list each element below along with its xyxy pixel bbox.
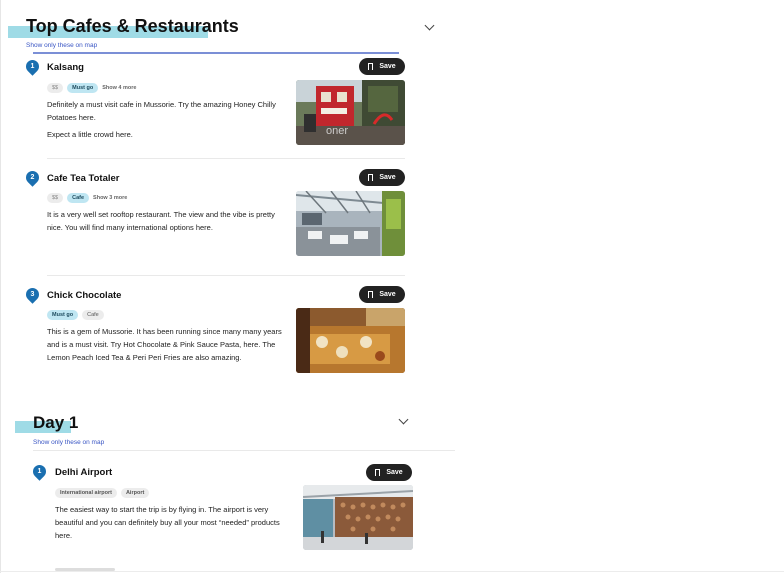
bookmark-icon	[368, 174, 374, 183]
save-label: Save	[379, 291, 396, 298]
description-paragraph: The easiest way to start the trip is by …	[55, 505, 280, 540]
description-paragraph: Definitely a must visit cafe in Mussorie…	[47, 100, 276, 122]
section-divider	[33, 52, 399, 54]
tag-row: Must go Cafe	[47, 310, 104, 320]
tag-row: $$ Cafe Show 3 more	[47, 193, 127, 203]
place-description: It is a very well set rooftop restaurant…	[47, 208, 283, 238]
tag: Airport	[120, 488, 150, 498]
place-name[interactable]: Cafe Tea Totaler	[47, 173, 120, 184]
price-tag: $$	[47, 193, 64, 203]
chevron-down-icon[interactable]	[424, 20, 435, 31]
place-name[interactable]: Kalsang	[47, 62, 84, 73]
place-name[interactable]: Delhi Airport	[55, 467, 112, 478]
chevron-down-icon[interactable]	[398, 414, 409, 425]
place-name[interactable]: Chick Chocolate	[47, 290, 121, 301]
place-photo[interactable]	[296, 308, 405, 373]
tag-row: International airport Airport	[55, 488, 150, 498]
place-description: This is a gem of Mussorie. It has been r…	[47, 325, 283, 368]
save-button[interactable]: Save	[359, 58, 405, 75]
bookmark-icon	[375, 469, 381, 478]
photo-delhi-airport	[303, 485, 413, 550]
pin-number: 1	[30, 63, 35, 70]
save-button[interactable]: Save	[366, 464, 412, 481]
save-button[interactable]: Save	[359, 169, 405, 186]
tag: International airport	[55, 488, 117, 498]
bookmark-icon	[368, 291, 374, 300]
tag: Cafe	[82, 310, 104, 320]
photo-chick-chocolate	[296, 308, 405, 373]
show-more-link[interactable]: Show 4 more	[102, 85, 136, 91]
save-label: Save	[379, 174, 396, 181]
place-description: The easiest way to start the trip is by …	[55, 503, 291, 546]
page-border	[0, 0, 1, 573]
save-label: Save	[386, 469, 403, 476]
card-divider	[47, 275, 405, 276]
place-photo[interactable]	[296, 191, 405, 256]
place-photo[interactable]	[303, 485, 413, 550]
place-description: Definitely a must visit cafe in Mussorie…	[47, 98, 283, 145]
photo-kalsang: oner	[296, 80, 405, 145]
price-tag: $$	[47, 83, 64, 93]
next-item-fade	[55, 568, 115, 571]
bookmark-icon	[368, 63, 374, 72]
save-label: Save	[379, 63, 396, 70]
pin-number: 1	[37, 468, 42, 475]
tag: Cafe	[67, 193, 90, 203]
show-on-map-link[interactable]: Show only these on map	[33, 439, 104, 446]
tag: Must go	[47, 310, 79, 320]
section-title: Top Cafes & Restaurants	[26, 16, 239, 36]
tag: Must go	[67, 83, 99, 93]
description-paragraph: This is a gem of Mussorie. It has been r…	[47, 327, 282, 362]
pin-number: 2	[30, 174, 35, 181]
show-on-map-link[interactable]: Show only these on map	[26, 42, 97, 49]
save-button[interactable]: Save	[359, 286, 405, 303]
show-more-link[interactable]: Show 3 more	[93, 195, 127, 201]
place-photo[interactable]: oner	[296, 80, 405, 145]
section-divider	[33, 450, 455, 451]
photo-tea-totaler	[296, 191, 405, 256]
tag-row: $$ Must go Show 4 more	[47, 83, 136, 93]
section-title: Day 1	[33, 413, 79, 432]
pin-number: 3	[30, 291, 35, 298]
description-paragraph: Expect a little crowd here.	[47, 130, 133, 139]
photo-caption: oner	[326, 125, 348, 137]
page-border-bottom	[0, 571, 784, 572]
card-divider	[47, 158, 405, 159]
description-paragraph: It is a very well set rooftop restaurant…	[47, 210, 275, 232]
